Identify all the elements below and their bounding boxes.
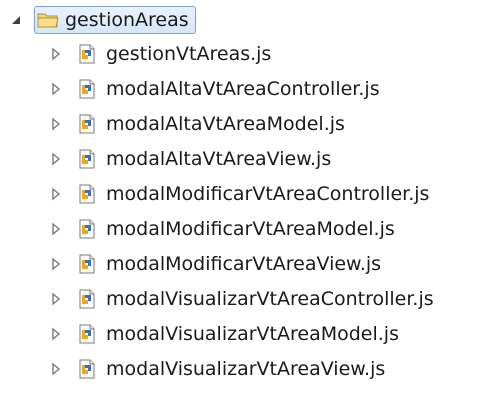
collapsed-twisty-icon[interactable] bbox=[48, 81, 64, 97]
collapsed-twisty-icon[interactable] bbox=[48, 151, 64, 167]
selected-folder-highlight[interactable]: gestionAreas bbox=[34, 6, 196, 34]
tree-item-file[interactable]: modalVisualizarVtAreaController.js bbox=[48, 283, 434, 315]
js-file-icon bbox=[76, 44, 98, 64]
tree-item-folder-gestionareas[interactable]: gestionAreas bbox=[8, 4, 196, 36]
file-label: modalModificarVtAreaController.js bbox=[106, 183, 430, 205]
js-file-icon bbox=[76, 359, 98, 379]
file-label: modalAltaVtAreaView.js bbox=[106, 148, 332, 170]
tree-item-file[interactable]: modalVisualizarVtAreaModel.js bbox=[48, 318, 399, 350]
file-label: modalVisualizarVtAreaView.js bbox=[106, 358, 386, 380]
folder-label: gestionAreas bbox=[65, 9, 189, 31]
collapsed-twisty-icon[interactable] bbox=[48, 291, 64, 307]
js-file-icon bbox=[76, 184, 98, 204]
tree-item-file[interactable]: modalModificarVtAreaView.js bbox=[48, 248, 381, 280]
tree-item-file[interactable]: modalAltaVtAreaModel.js bbox=[48, 108, 345, 140]
collapsed-twisty-icon[interactable] bbox=[48, 361, 64, 377]
js-file-icon bbox=[76, 289, 98, 309]
js-file-icon bbox=[76, 324, 98, 344]
file-label: gestionVtAreas.js bbox=[106, 43, 272, 65]
file-label: modalAltaVtAreaController.js bbox=[106, 78, 380, 100]
file-label: modalVisualizarVtAreaModel.js bbox=[106, 323, 399, 345]
js-file-icon bbox=[76, 79, 98, 99]
tree-item-file[interactable]: modalAltaVtAreaController.js bbox=[48, 73, 380, 105]
file-label: modalVisualizarVtAreaController.js bbox=[106, 288, 434, 310]
file-label: modalModificarVtAreaModel.js bbox=[106, 218, 395, 240]
tree-item-file[interactable]: modalModificarVtAreaController.js bbox=[48, 178, 429, 210]
tree-item-file[interactable]: modalVisualizarVtAreaView.js bbox=[48, 353, 385, 385]
folder-icon bbox=[37, 10, 59, 30]
project-explorer-tree: gestionAreas gestionVtAreas.js modalAlta… bbox=[0, 0, 485, 396]
collapsed-twisty-icon[interactable] bbox=[48, 116, 64, 132]
js-file-icon bbox=[76, 149, 98, 169]
collapsed-twisty-icon[interactable] bbox=[48, 221, 64, 237]
js-file-icon bbox=[76, 254, 98, 274]
expanded-twisty-icon[interactable] bbox=[8, 12, 24, 28]
tree-item-file[interactable]: modalAltaVtAreaView.js bbox=[48, 143, 331, 175]
collapsed-twisty-icon[interactable] bbox=[48, 256, 64, 272]
js-file-icon bbox=[76, 114, 98, 134]
tree-item-file[interactable]: modalModificarVtAreaModel.js bbox=[48, 213, 395, 245]
collapsed-twisty-icon[interactable] bbox=[48, 186, 64, 202]
tree-item-file[interactable]: gestionVtAreas.js bbox=[48, 38, 271, 70]
collapsed-twisty-icon[interactable] bbox=[48, 326, 64, 342]
file-label: modalAltaVtAreaModel.js bbox=[106, 113, 345, 135]
collapsed-twisty-icon[interactable] bbox=[48, 46, 64, 62]
js-file-icon bbox=[76, 219, 98, 239]
file-label: modalModificarVtAreaView.js bbox=[106, 253, 382, 275]
